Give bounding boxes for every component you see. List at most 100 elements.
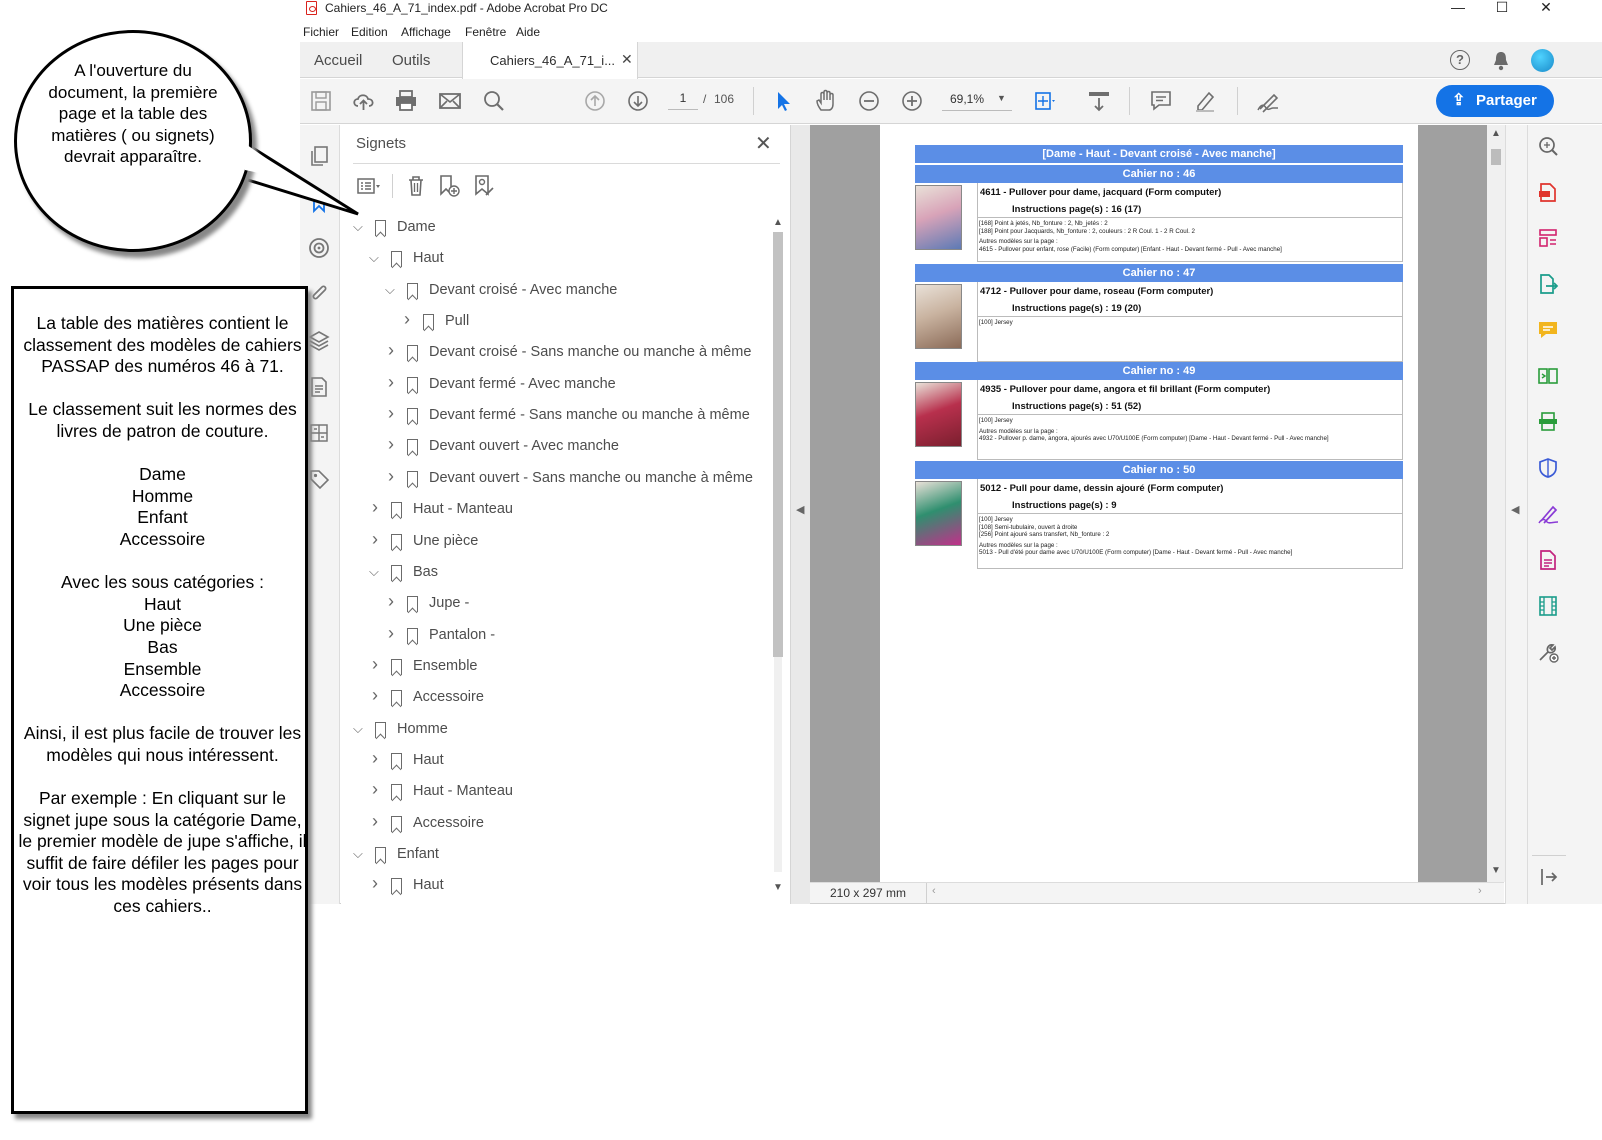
collapse-chevron-icon[interactable]: ⌵ xyxy=(385,282,399,298)
bookmark-item[interactable]: ⌵ Bas xyxy=(341,559,771,590)
select-cursor-icon[interactable] xyxy=(770,88,796,114)
bookmark-item[interactable]: › Devant ouvert - Avec manche xyxy=(341,433,771,464)
expand-chevron-icon[interactable]: › xyxy=(372,811,386,832)
expand-chevron-icon[interactable]: › xyxy=(388,434,402,455)
scroll-down-icon[interactable]: ▼ xyxy=(773,882,783,893)
bookmark-item[interactable]: › Ensemble xyxy=(341,653,771,684)
user-avatar[interactable] xyxy=(1531,49,1554,72)
bookmark-properties-icon[interactable] xyxy=(471,173,497,199)
bookmark-item[interactable]: › Devant fermé - Sans manche ou manche à … xyxy=(341,402,771,433)
collapse-chevron-icon[interactable]: ⌵ xyxy=(353,846,367,862)
expand-chevron-icon[interactable]: › xyxy=(372,873,386,894)
layers-icon[interactable] xyxy=(307,329,331,353)
close-tab-icon[interactable]: ✕ xyxy=(621,51,633,68)
close-bookmarks-icon[interactable]: ✕ xyxy=(755,131,772,156)
expand-chevron-icon[interactable]: › xyxy=(372,748,386,769)
zoom-dropdown-chevron-icon[interactable]: ▼ xyxy=(997,93,1006,103)
expand-chevron-icon[interactable]: › xyxy=(388,403,402,424)
expand-chevron-icon[interactable]: › xyxy=(388,372,402,393)
scroll-up-icon[interactable]: ▲ xyxy=(773,217,783,228)
expand-chevron-icon[interactable]: › xyxy=(388,623,402,644)
maximize-button[interactable]: ☐ xyxy=(1480,0,1524,16)
bookmark-item[interactable]: › Pull xyxy=(341,308,771,339)
zoom-search-icon[interactable] xyxy=(1536,134,1560,158)
hscroll-right-icon[interactable]: › xyxy=(1478,885,1482,897)
page-number-input[interactable]: 1 xyxy=(668,91,698,110)
bookmark-item[interactable]: ⌵ Homme xyxy=(341,716,771,747)
bookmark-item[interactable]: ⌵ Devant croisé - Avec manche xyxy=(341,277,771,308)
bookmark-item[interactable]: › Devant fermé - Avec manche xyxy=(341,371,771,402)
fit-page-icon[interactable] xyxy=(1031,88,1057,114)
doc-scroll-down-icon[interactable]: ▼ xyxy=(1491,865,1501,876)
document-vertical-scrollbar[interactable]: ▲ ▼ xyxy=(1487,125,1505,882)
bookmarks-scrollbar[interactable]: ▲ ▼ xyxy=(771,217,785,897)
bookmark-item[interactable]: › Devant croisé - Sans manche ou manche à… xyxy=(341,339,771,370)
help-icon[interactable]: ? xyxy=(1450,50,1470,70)
bookmark-item[interactable]: › Accessoire xyxy=(341,684,771,715)
email-icon[interactable] xyxy=(437,88,463,114)
menu-affichage[interactable]: Affichage xyxy=(401,25,451,39)
collapse-left-panel-icon[interactable]: ◀ xyxy=(796,503,804,516)
hand-tool-icon[interactable] xyxy=(813,88,839,114)
bookmark-item[interactable]: › Haut xyxy=(341,747,771,778)
zoom-in-icon[interactable] xyxy=(899,88,925,114)
tab-document[interactable]: Cahiers_46_A_71_i... ✕ xyxy=(462,42,638,79)
previous-page-icon[interactable] xyxy=(582,88,608,114)
bookmark-item[interactable]: › Haut xyxy=(341,872,771,903)
export-pdf-icon[interactable] xyxy=(1536,272,1560,296)
expand-chevron-icon[interactable]: › xyxy=(388,591,402,612)
comment-tool-icon[interactable] xyxy=(1536,318,1560,342)
menu-fenetre[interactable]: Fenêtre xyxy=(465,25,506,39)
expand-chevron-icon[interactable]: › xyxy=(372,654,386,675)
tag-icon[interactable] xyxy=(307,467,331,491)
minimize-button[interactable]: — xyxy=(1436,0,1480,15)
print-icon[interactable] xyxy=(393,88,419,114)
hscroll-left-icon[interactable]: ‹ xyxy=(932,885,936,897)
organize-pages-icon[interactable] xyxy=(1536,226,1560,250)
compare-files-icon[interactable] xyxy=(1536,364,1560,388)
fill-and-sign-icon[interactable] xyxy=(1536,502,1560,526)
scroll-mode-icon[interactable] xyxy=(1086,88,1112,114)
collapse-chevron-icon[interactable]: ⌵ xyxy=(369,564,383,580)
bookmarks-scroll-thumb[interactable] xyxy=(773,232,783,657)
bookmark-item[interactable]: › Accessoire xyxy=(341,810,771,841)
bookmark-item[interactable]: ⌵ Dame xyxy=(341,214,771,245)
bookmark-item[interactable]: › Haut - Manteau xyxy=(341,496,771,527)
bookmark-item[interactable]: ⌵ Enfant xyxy=(341,841,771,872)
expand-chevron-icon[interactable]: › xyxy=(404,309,418,330)
sign-icon[interactable] xyxy=(1255,88,1281,114)
expand-chevron-icon[interactable]: › xyxy=(372,497,386,518)
doc-scroll-thumb[interactable] xyxy=(1491,149,1501,165)
comment-icon[interactable] xyxy=(1148,88,1174,114)
new-bookmark-icon[interactable] xyxy=(436,173,462,199)
menu-aide[interactable]: Aide xyxy=(516,25,540,39)
doc-scroll-up-icon[interactable]: ▲ xyxy=(1491,128,1501,139)
close-window-button[interactable]: ✕ xyxy=(1524,0,1568,16)
collapse-tools-pane-icon[interactable] xyxy=(1536,865,1560,889)
bookmark-item[interactable]: › Jupe - xyxy=(341,590,771,621)
expand-chevron-icon[interactable]: › xyxy=(372,685,386,706)
bookmark-item[interactable]: ⌵ Haut xyxy=(341,245,771,276)
expand-chevron-icon[interactable]: › xyxy=(388,340,402,361)
prepare-form-icon[interactable] xyxy=(1536,548,1560,572)
search-icon[interactable] xyxy=(481,88,507,114)
more-tools-wrench-icon[interactable] xyxy=(1536,640,1560,664)
highlight-pen-icon[interactable] xyxy=(1192,88,1218,114)
bookmark-item[interactable]: › Pantalon - xyxy=(341,622,771,653)
zoom-out-icon[interactable] xyxy=(856,88,882,114)
expand-chevron-icon[interactable]: › xyxy=(372,529,386,550)
bookmark-item[interactable]: › Devant ouvert - Sans manche ou manche à… xyxy=(341,465,771,496)
collapse-chevron-icon[interactable]: ⌵ xyxy=(353,721,367,737)
bookmark-item[interactable]: › Une pièce xyxy=(341,528,771,559)
create-pdf-icon[interactable] xyxy=(1536,180,1560,204)
delete-bookmark-icon[interactable] xyxy=(403,173,429,199)
share-button[interactable]: ⇪ Partager xyxy=(1436,85,1554,117)
tab-tools[interactable]: Outils xyxy=(392,52,430,69)
protect-shield-icon[interactable] xyxy=(1536,456,1560,480)
order-tags-icon[interactable] xyxy=(307,421,331,445)
notifications-bell-icon[interactable] xyxy=(1492,51,1510,71)
bookmark-item[interactable]: › Haut - Manteau xyxy=(341,778,771,809)
document-content-icon[interactable] xyxy=(307,375,331,399)
collapse-right-panel-icon[interactable]: ◀ xyxy=(1511,503,1519,516)
expand-chevron-icon[interactable]: › xyxy=(372,779,386,800)
